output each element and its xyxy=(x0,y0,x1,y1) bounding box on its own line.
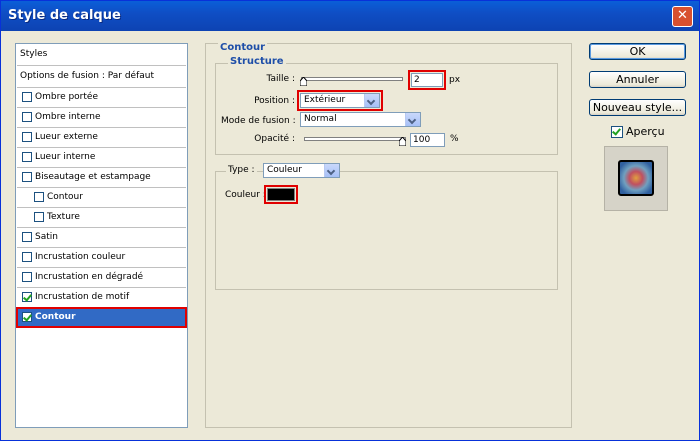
title-bar[interactable]: Style de calque ✕ xyxy=(1,1,699,31)
style-item-texture[interactable]: Texture xyxy=(17,208,186,227)
preview-label: Aperçu xyxy=(626,125,665,138)
style-checkbox[interactable] xyxy=(34,212,44,222)
divider xyxy=(17,65,186,66)
style-item-label: Lueur interne xyxy=(35,152,96,162)
style-item-biseautage[interactable]: Biseautage et estampage xyxy=(17,168,186,187)
fill-type-label: Type : xyxy=(226,165,257,175)
styles-list: Styles Options de fusion : Par défaut Om… xyxy=(15,43,188,428)
chevron-down-icon[interactable] xyxy=(405,113,420,126)
window-title: Style de calque xyxy=(8,8,121,23)
chevron-down-icon[interactable] xyxy=(364,94,379,107)
style-item-label: Texture xyxy=(47,212,80,222)
style-checkbox[interactable] xyxy=(22,232,32,242)
color-label: Couleur : xyxy=(225,190,266,200)
styles-header[interactable]: Styles xyxy=(17,45,186,64)
position-label: Position : xyxy=(254,96,295,106)
preview-thumbnail-icon xyxy=(618,160,654,196)
close-button[interactable]: ✕ xyxy=(672,6,693,27)
style-item-ombre-portee[interactable]: Ombre portée xyxy=(17,88,186,107)
style-item-satin[interactable]: Satin xyxy=(17,228,186,247)
contour-title: Contour xyxy=(218,42,268,53)
style-checkbox[interactable] xyxy=(34,192,44,202)
new-style-button[interactable]: Nouveau style... xyxy=(589,99,686,116)
color-swatch[interactable] xyxy=(264,185,298,204)
size-slider-thumb[interactable] xyxy=(300,77,307,86)
opacity-input[interactable]: 100 xyxy=(410,133,445,147)
style-checkbox[interactable] xyxy=(22,272,32,282)
ok-button[interactable]: OK xyxy=(589,43,686,60)
style-item-incrustation-degrade[interactable]: Incrustation en dégradé xyxy=(17,268,186,287)
style-item-contour-sub[interactable]: Contour xyxy=(17,188,186,207)
structure-title: Structure xyxy=(228,56,286,67)
style-item-label: Ombre interne xyxy=(35,112,101,122)
blend-mode-select[interactable]: Normal xyxy=(300,112,421,127)
style-checkbox[interactable] xyxy=(22,112,32,122)
position-select[interactable]: Extérieur xyxy=(297,90,383,111)
opacity-slider-thumb[interactable] xyxy=(399,137,406,146)
size-unit: px xyxy=(449,75,461,85)
chevron-down-icon[interactable] xyxy=(324,164,339,177)
opacity-slider[interactable] xyxy=(304,137,406,141)
style-item-lueur-externe[interactable]: Lueur externe xyxy=(17,128,186,147)
style-checkbox[interactable] xyxy=(22,292,32,302)
dialog-window: Style de calque ✕ Styles Options de fusi… xyxy=(0,0,700,441)
size-slider[interactable] xyxy=(301,77,403,81)
style-checkbox[interactable] xyxy=(22,132,32,142)
style-item-lueur-interne[interactable]: Lueur interne xyxy=(17,148,186,167)
size-label: Taille : xyxy=(266,74,295,84)
fill-type-value: Couleur xyxy=(267,165,302,175)
style-item-label: Contour xyxy=(47,192,83,202)
style-item-label: Contour xyxy=(35,312,76,322)
preview-box xyxy=(604,146,668,211)
blending-options[interactable]: Options de fusion : Par défaut xyxy=(17,67,186,86)
style-item-label: Incrustation en dégradé xyxy=(35,272,144,282)
style-checkbox[interactable] xyxy=(22,252,32,262)
styles-header-label: Styles xyxy=(20,49,48,59)
opacity-label: Opacité : xyxy=(254,134,295,144)
style-checkbox[interactable] xyxy=(22,312,32,322)
fill-type-select[interactable]: Couleur xyxy=(263,163,340,178)
style-item-label: Satin xyxy=(35,232,58,242)
style-checkbox[interactable] xyxy=(22,152,32,162)
preview-checkbox[interactable] xyxy=(611,126,623,138)
blend-mode-label: Mode de fusion : xyxy=(221,116,296,126)
style-item-label: Biseautage et estampage xyxy=(35,172,151,182)
style-item-incrustation-couleur[interactable]: Incrustation couleur xyxy=(17,248,186,267)
style-item-label: Ombre portée xyxy=(35,92,98,102)
size-input[interactable]: 2 xyxy=(408,70,446,90)
style-item-incrustation-motif[interactable]: Incrustation de motif xyxy=(17,288,186,307)
style-item-label: Incrustation de motif xyxy=(35,292,130,302)
style-item-ombre-interne[interactable]: Ombre interne xyxy=(17,108,186,127)
cancel-button[interactable]: Annuler xyxy=(589,71,686,88)
style-item-label: Incrustation couleur xyxy=(35,252,126,262)
blending-options-label: Options de fusion : Par défaut xyxy=(20,71,154,81)
position-value: Extérieur xyxy=(304,95,346,105)
blend-mode-value: Normal xyxy=(304,114,337,124)
style-checkbox[interactable] xyxy=(22,172,32,182)
style-checkbox[interactable] xyxy=(22,92,32,102)
style-item-label: Lueur externe xyxy=(35,132,98,142)
opacity-unit: % xyxy=(450,134,459,144)
style-item-contour[interactable]: Contour xyxy=(16,307,187,328)
